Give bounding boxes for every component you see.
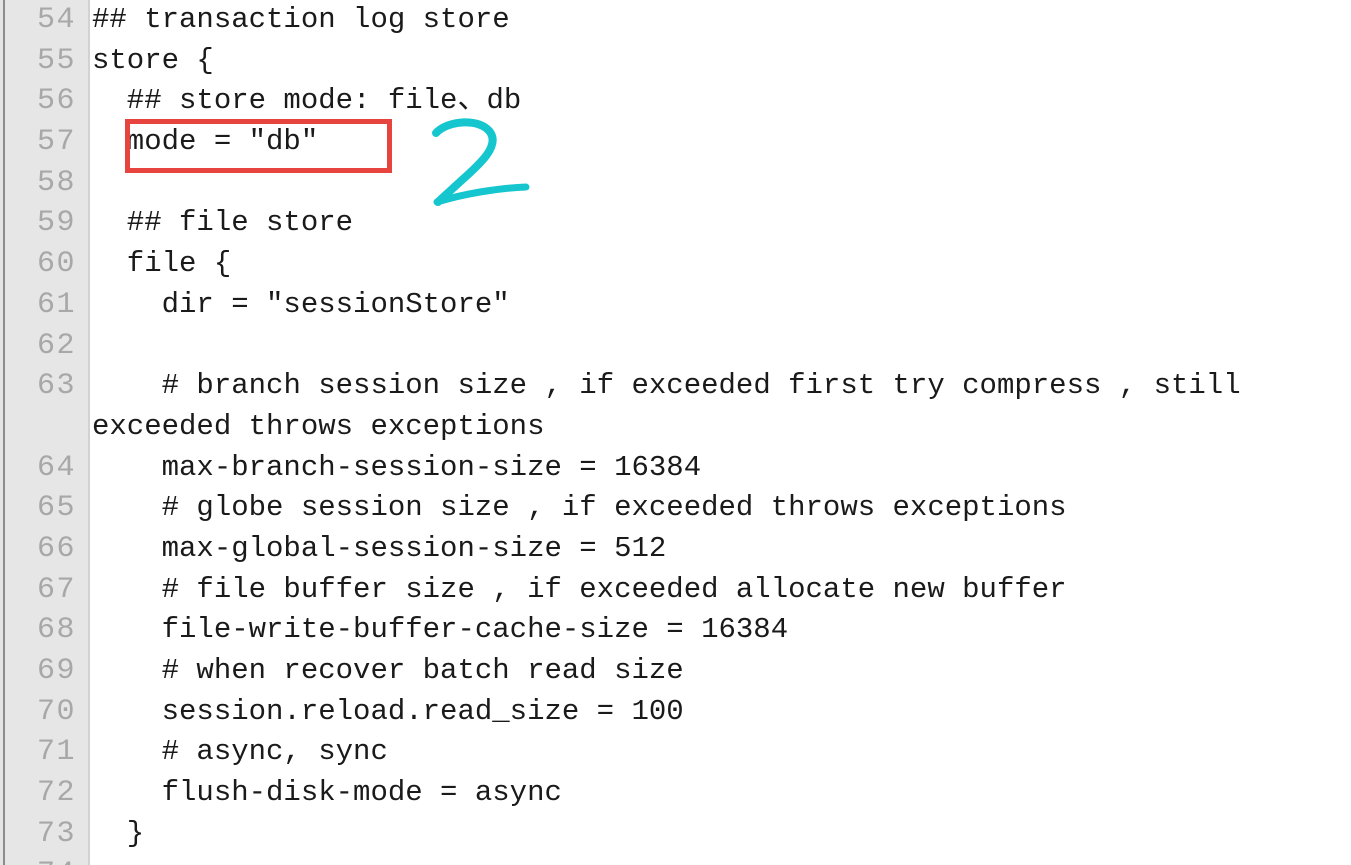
line-number: 64: [36, 450, 76, 485]
code-row[interactable]: [92, 854, 1351, 865]
gutter-row: 56: [5, 81, 88, 122]
gutter-row: 61: [5, 285, 88, 326]
gutter-row: 55: [5, 41, 88, 82]
line-number: 56: [36, 84, 76, 119]
code-row[interactable]: [92, 326, 1351, 367]
code-row[interactable]: ## transaction log store: [92, 0, 1351, 41]
line-number: 60: [36, 247, 76, 282]
code-line-text: store {: [92, 43, 214, 77]
gutter-row: 60: [5, 244, 88, 285]
gutter-row: 64: [5, 448, 88, 489]
gutter-row: 73: [5, 814, 88, 855]
gutter-row: 66: [5, 529, 88, 570]
code-text-area[interactable]: ## transaction log store store { ## store…: [92, 0, 1351, 865]
line-number: 67: [36, 572, 76, 607]
code-line-text: # when recover batch read size: [92, 654, 684, 688]
code-line-text: ## file store: [92, 206, 354, 240]
gutter-row: 62: [5, 326, 88, 367]
line-number: 63: [36, 369, 76, 404]
code-line-text: file-write-buffer-cache-size = 16384: [92, 613, 789, 647]
code-row[interactable]: file-write-buffer-cache-size = 16384: [92, 610, 1351, 651]
code-row[interactable]: # async, sync: [92, 732, 1351, 773]
line-number: 57: [36, 125, 76, 160]
line-number: 65: [36, 491, 76, 526]
code-row[interactable]: max-global-session-size = 512: [92, 529, 1351, 570]
code-line-text: file {: [92, 247, 232, 281]
line-number: 69: [36, 654, 76, 689]
line-number: 72: [36, 776, 76, 811]
gutter-row: 68: [5, 610, 88, 651]
code-line-text: session.reload.read_size = 100: [92, 694, 684, 728]
line-number: 55: [36, 43, 76, 78]
code-row[interactable]: dir = "sessionStore": [92, 285, 1351, 326]
code-row[interactable]: # branch session size , if exceeded firs…: [92, 366, 1351, 447]
code-line-text: }: [92, 816, 145, 850]
gutter-row: 59: [5, 203, 88, 244]
code-row[interactable]: file {: [92, 244, 1351, 285]
gutter-row: 63: [5, 366, 88, 447]
line-number: 74: [37, 854, 76, 865]
code-line-text: flush-disk-mode = async: [92, 776, 562, 810]
code-row[interactable]: session.reload.read_size = 100: [92, 692, 1351, 733]
code-line-text: ## transaction log store: [92, 3, 510, 36]
code-line-text: mode = "db": [92, 125, 319, 159]
gutter-row: 65: [5, 488, 88, 529]
line-number: 68: [36, 613, 76, 648]
code-row[interactable]: # globe session size , if exceeded throw…: [92, 488, 1351, 529]
code-line-text: max-global-session-size = 512: [92, 531, 667, 565]
code-line-text: # branch session size , if exceeded firs…: [92, 369, 1259, 443]
code-row[interactable]: store {: [92, 41, 1351, 82]
code-row[interactable]: [92, 163, 1351, 204]
code-row[interactable]: ## store mode: file、db: [92, 81, 1351, 122]
code-row[interactable]: # when recover batch read size: [92, 651, 1351, 692]
gutter-row: 57: [5, 122, 88, 163]
code-line-text: ## store mode: file、db: [92, 84, 522, 118]
line-number: 70: [36, 694, 76, 729]
gutter-row: 74: [5, 854, 88, 865]
line-number: 54: [36, 3, 76, 37]
code-line-text: dir = "sessionStore": [92, 287, 510, 321]
gutter-row: 67: [5, 570, 88, 611]
code-line-text: # globe session size , if exceeded throw…: [92, 491, 1067, 525]
code-editor-viewport: 54 55 56 57 58 59 60 61 62 63 64 65 66 67 68 69 70 71 72 73…: [0, 0, 1351, 865]
code-line-text: # async, sync: [92, 735, 388, 769]
code-line-text: max-branch-session-size = 16384: [92, 450, 702, 484]
line-number: 66: [36, 531, 76, 566]
line-number-gutter: 54 55 56 57 58 59 60 61 62 63 64 65 66 67 68 69 70 71 72 73…: [5, 0, 90, 865]
code-line-text: # file buffer size , if exceeded allocat…: [92, 572, 1067, 606]
gutter-row: 71: [5, 732, 88, 773]
code-row[interactable]: ## file store: [92, 203, 1351, 244]
gutter-row: 70: [5, 692, 88, 733]
code-row[interactable]: flush-disk-mode = async: [92, 773, 1351, 814]
line-number: 59: [36, 206, 76, 241]
code-row[interactable]: max-branch-session-size = 16384: [92, 448, 1351, 489]
code-row[interactable]: mode = "db": [92, 122, 1351, 163]
gutter-row: 69: [5, 651, 88, 692]
code-row[interactable]: # file buffer size , if exceeded allocat…: [92, 570, 1351, 611]
line-number: 61: [36, 287, 76, 322]
gutter-row: 54: [5, 0, 88, 41]
line-number: 62: [36, 328, 76, 363]
code-row[interactable]: }: [92, 814, 1351, 855]
line-number: 71: [36, 735, 76, 770]
gutter-row: 72: [5, 773, 88, 814]
gutter-row: 58: [5, 163, 88, 204]
line-number: 73: [36, 816, 76, 851]
line-number: 58: [36, 165, 76, 200]
